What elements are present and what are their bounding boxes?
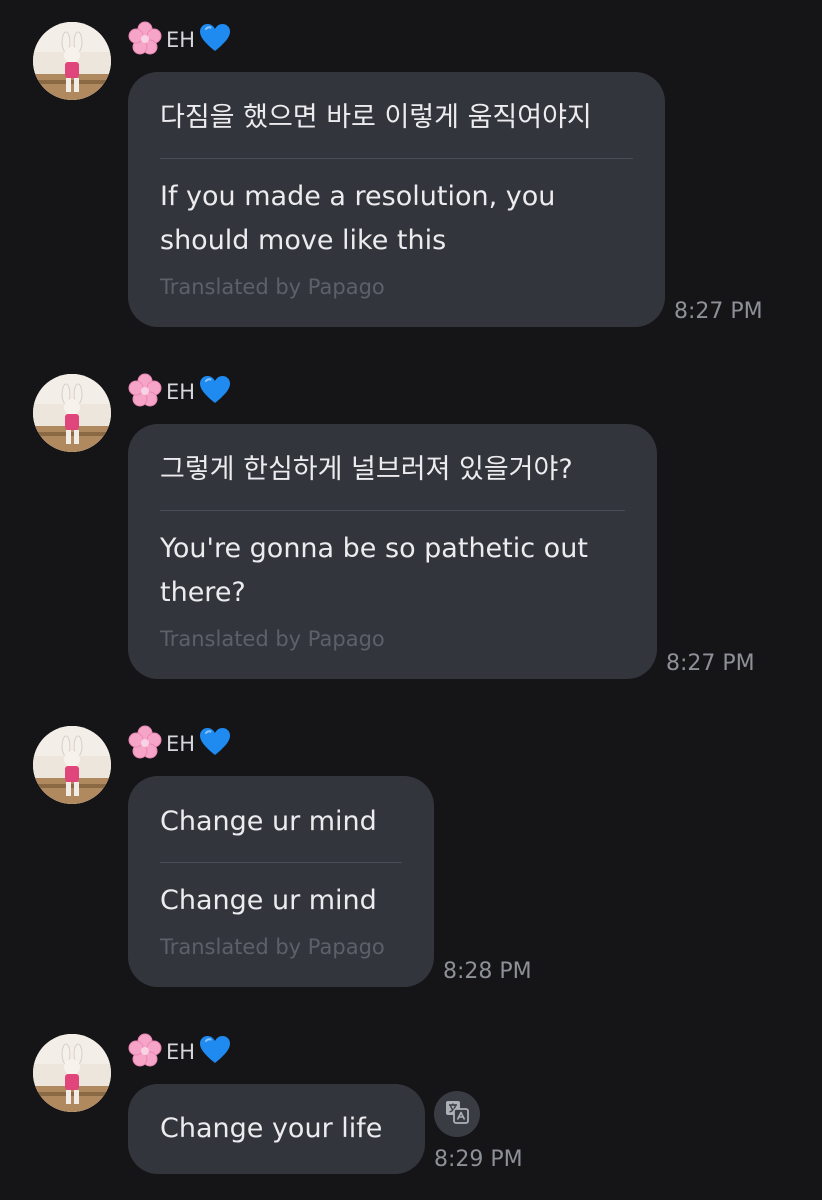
sender-header: EH: [128, 725, 231, 763]
blue-heart-icon: [199, 1035, 231, 1069]
sender-header: EH: [128, 373, 231, 411]
sender-name: EH: [166, 1040, 196, 1064]
translation-credit: Translated by Papago: [160, 935, 385, 959]
sender-header: EH: [128, 21, 231, 59]
translation-divider: [160, 510, 625, 511]
message-timestamp: 8:27 PM: [666, 651, 755, 676]
message-timestamp: 8:29 PM: [434, 1147, 523, 1172]
message-bubble[interactable]: Change ur mind Change ur mind Translated…: [128, 776, 434, 987]
sender-avatar[interactable]: [33, 22, 111, 100]
sender-header: EH: [128, 1033, 231, 1071]
blue-heart-icon: [199, 23, 231, 57]
message-timestamp: 8:28 PM: [443, 959, 532, 984]
sender-name: EH: [166, 380, 196, 404]
translation-credit: Translated by Papago: [160, 627, 385, 651]
original-text: 그렇게 한심하게 널브러져 있을거야?: [160, 454, 573, 485]
translate-icon: [444, 1099, 470, 1129]
message-bubble[interactable]: Change your life: [128, 1084, 425, 1174]
cherry-blossom-icon: [128, 1033, 162, 1071]
translation-divider: [160, 862, 402, 863]
original-text: Change ur mind: [160, 806, 377, 837]
translation-divider: [160, 158, 633, 159]
sender-avatar[interactable]: [33, 374, 111, 452]
translated-text: Change ur mind: [160, 885, 377, 916]
message-bubble[interactable]: 다짐을 했으면 바로 이렇게 움직여야지 If you made a resol…: [128, 72, 665, 327]
original-text: Change your life: [160, 1113, 383, 1144]
cherry-blossom-icon: [128, 373, 162, 411]
translated-text: If you made a resolution, you should mov…: [160, 181, 556, 256]
original-text: 다짐을 했으면 바로 이렇게 움직여야지: [160, 102, 592, 133]
translate-button[interactable]: [434, 1091, 480, 1137]
cherry-blossom-icon: [128, 21, 162, 59]
message-bubble[interactable]: 그렇게 한심하게 널브러져 있을거야? You're gonna be so p…: [128, 424, 657, 679]
sender-name: EH: [166, 28, 196, 52]
blue-heart-icon: [199, 375, 231, 409]
cherry-blossom-icon: [128, 725, 162, 763]
translation-credit: Translated by Papago: [160, 275, 385, 299]
sender-name: EH: [166, 732, 196, 756]
translated-text: You're gonna be so pathetic out there?: [160, 533, 588, 608]
blue-heart-icon: [199, 727, 231, 761]
message-timestamp: 8:27 PM: [674, 299, 763, 324]
sender-avatar[interactable]: [33, 726, 111, 804]
sender-avatar[interactable]: [33, 1034, 111, 1112]
